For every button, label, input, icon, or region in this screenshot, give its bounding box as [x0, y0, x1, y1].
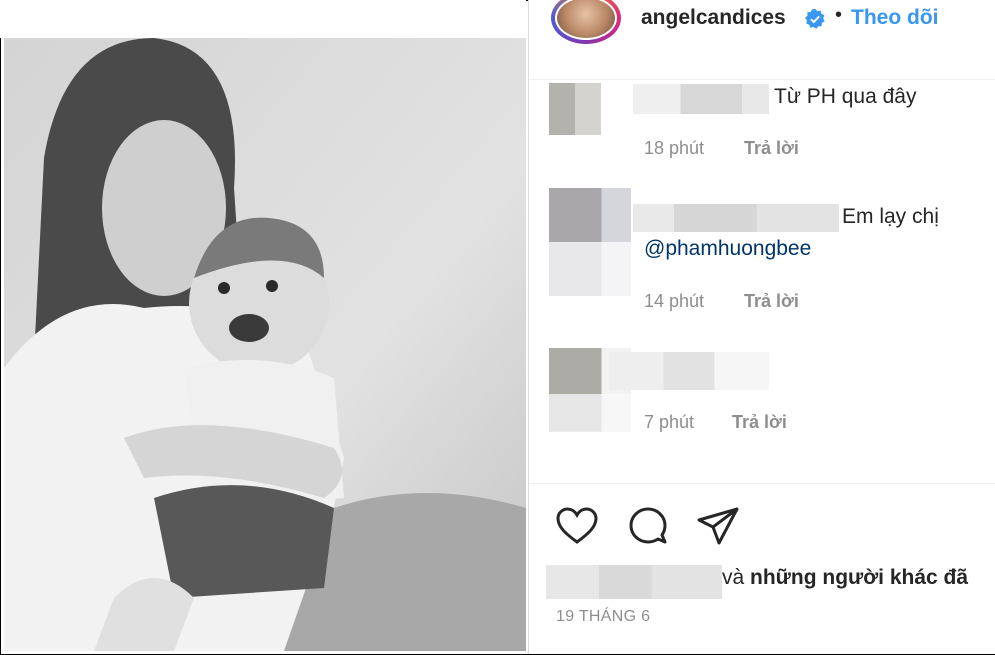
commenter-avatar[interactable]	[549, 188, 631, 296]
username-link[interactable]: angelcandices	[641, 6, 786, 30]
post-header: angelcandices • Theo dõi	[529, 0, 995, 80]
commenter-name[interactable]	[609, 352, 769, 390]
comment-time[interactable]: 18 phút	[644, 138, 704, 159]
avatar[interactable]	[555, 0, 617, 40]
reply-button[interactable]: Trả lời	[732, 412, 787, 433]
post-photo[interactable]	[4, 38, 526, 651]
commenter-name[interactable]	[633, 204, 839, 232]
story-ring[interactable]	[551, 0, 621, 44]
comment-icon[interactable]	[625, 504, 671, 550]
commenter-name[interactable]	[633, 84, 769, 114]
comment-text: Em lạy chị	[842, 205, 939, 228]
header-separator: •	[835, 4, 843, 26]
heart-icon[interactable]	[554, 504, 600, 550]
post-actions: và những người khác đã 19 THÁNG 6	[529, 483, 995, 655]
comment-text: Từ PH qua đây	[774, 85, 917, 108]
photo-illustration	[4, 38, 526, 651]
reply-button[interactable]: Trả lời	[744, 291, 799, 312]
post-side-panel: angelcandices • Theo dõi Từ PH qua đây 1…	[528, 0, 995, 654]
post-date[interactable]: 19 THÁNG 6	[556, 608, 650, 626]
verified-badge-icon	[805, 9, 825, 29]
likes-connector: và	[722, 566, 745, 589]
follow-button[interactable]: Theo dõi	[851, 6, 939, 30]
mention-link[interactable]: @phamhuongbee	[644, 237, 811, 261]
likes-others[interactable]: những người khác đã	[750, 566, 968, 589]
photo-top-margin	[0, 0, 526, 38]
commenter-avatar[interactable]	[549, 83, 601, 135]
share-icon[interactable]	[695, 504, 741, 550]
reply-button[interactable]: Trả lời	[744, 138, 799, 159]
comment-time[interactable]: 7 phút	[644, 412, 694, 433]
comment-time[interactable]: 14 phút	[644, 291, 704, 312]
likes-text[interactable]: và những người khác đã	[722, 566, 968, 590]
liker-avatars[interactable]	[546, 565, 722, 599]
